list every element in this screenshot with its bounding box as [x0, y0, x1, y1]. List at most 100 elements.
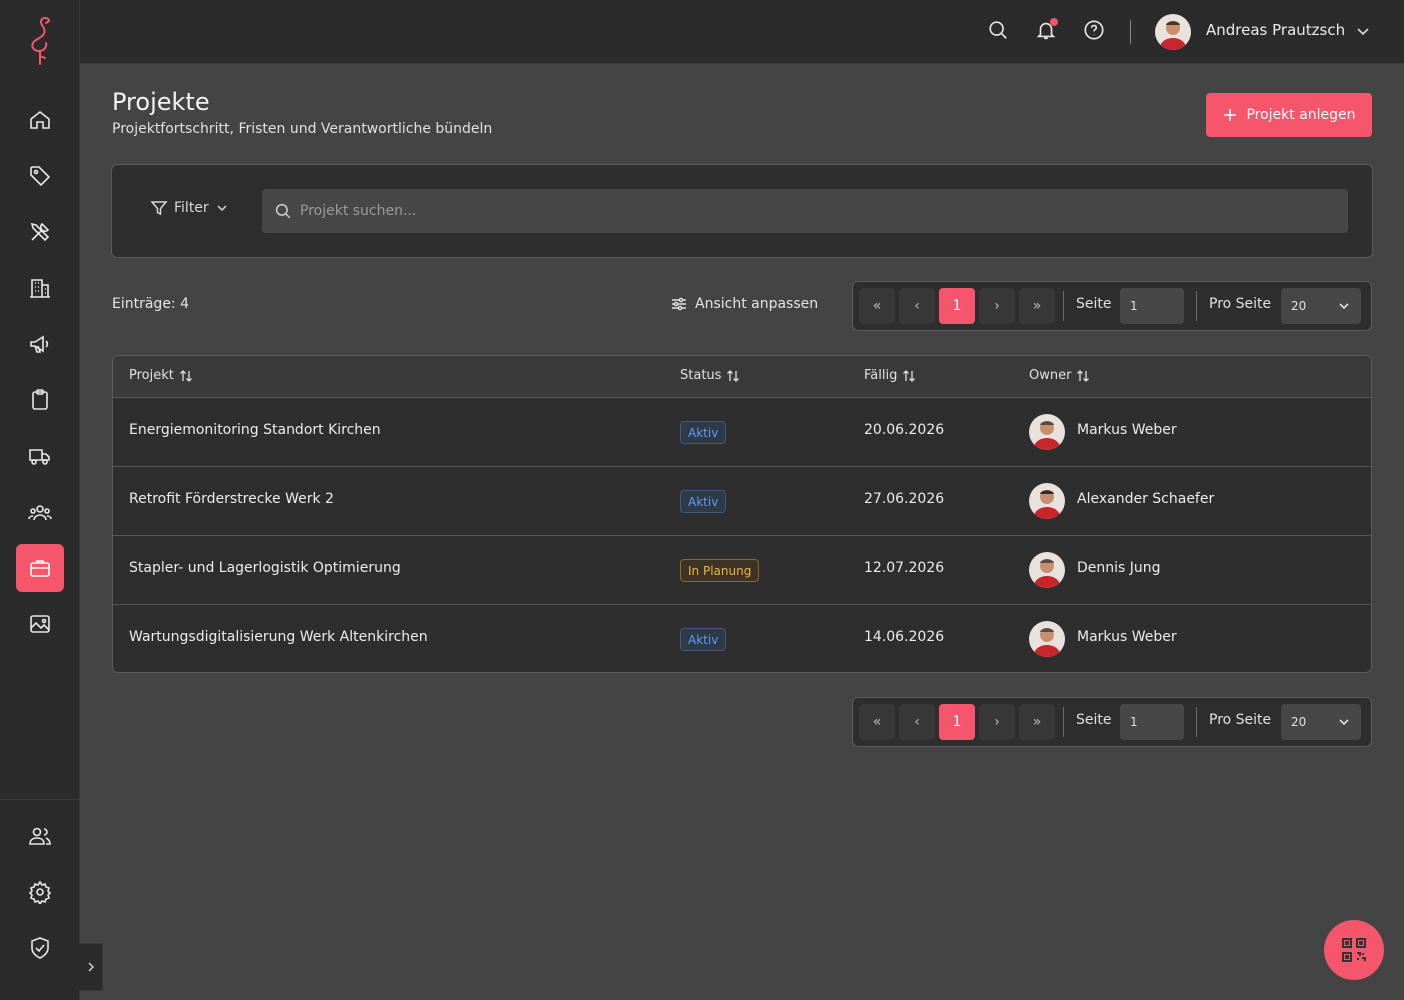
page-1-button[interactable]: 1 — [939, 288, 975, 324]
pagination-bottom: « ‹ 1 › » Seite 1 Pro Seite 20 — [852, 697, 1372, 747]
qr-scan-button[interactable] — [1324, 920, 1384, 980]
last-page-button[interactable]: » — [1019, 704, 1055, 740]
next-page-button[interactable]: › — [979, 288, 1015, 324]
per-page-label: Pro Seite — [1209, 296, 1272, 312]
sort-icon — [1077, 369, 1090, 382]
projects-table: Projekt Status Fällig Owner Energiemonit… — [112, 355, 1372, 673]
qr-code-icon — [1342, 938, 1366, 962]
due-date: 20.06.2026 — [864, 422, 945, 438]
sidebar-divider — [0, 799, 80, 800]
chevron-down-icon[interactable] — [1354, 22, 1372, 40]
prev-page-button[interactable]: ‹ — [899, 704, 935, 740]
nav-gallery[interactable] — [16, 600, 64, 648]
table-row[interactable]: Wartungsdigitalisierung Werk Altenkirche… — [113, 605, 1371, 672]
sidebar — [0, 0, 80, 1000]
page-number-input[interactable]: 1 — [1120, 288, 1184, 324]
nav-projects[interactable] — [16, 544, 64, 592]
nav-home[interactable] — [16, 96, 64, 144]
pager-divider — [1063, 707, 1064, 737]
status-badge: Aktiv — [680, 628, 727, 651]
table-row[interactable]: Retrofit Förderstrecke Werk 2 Aktiv 27.0… — [113, 467, 1371, 536]
page-label: Seite — [1076, 712, 1112, 728]
project-search[interactable] — [262, 189, 1348, 233]
help-button[interactable] — [1082, 18, 1106, 42]
pager-divider — [1063, 291, 1064, 321]
column-header-due[interactable]: Fällig — [864, 368, 916, 383]
owner-avatar — [1029, 552, 1065, 588]
next-page-button[interactable]: › — [979, 704, 1015, 740]
first-page-button[interactable]: « — [859, 288, 895, 324]
per-page-value: 20 — [1291, 715, 1307, 729]
truck-icon — [29, 449, 50, 465]
project-name: Retrofit Förderstrecke Werk 2 — [129, 491, 334, 507]
sort-icon — [903, 369, 916, 382]
sidebar-expand-button[interactable] — [79, 943, 103, 991]
chevron-down-icon — [1339, 719, 1349, 726]
owner-avatar — [1029, 621, 1065, 657]
filter-button[interactable]: Filter — [150, 199, 229, 217]
page-number-input[interactable]: 1 — [1120, 704, 1184, 740]
nav-logistics[interactable] — [16, 432, 64, 480]
prev-page-button[interactable]: ‹ — [899, 288, 935, 324]
sort-icon — [727, 369, 740, 382]
customize-view-button[interactable]: Ansicht anpassen — [671, 296, 818, 312]
building-icon — [30, 279, 50, 298]
users-icon — [29, 827, 51, 845]
gear-icon — [28, 880, 52, 904]
briefcase-icon — [30, 560, 50, 577]
status-badge: In Planung — [680, 559, 760, 582]
due-date: 14.06.2026 — [864, 629, 945, 645]
topbar: Andreas Prautzsch — [80, 0, 1404, 64]
tag-icon — [30, 166, 51, 187]
nav-campaigns[interactable] — [16, 320, 64, 368]
due-date: 27.06.2026 — [864, 491, 945, 507]
nav-tags[interactable] — [16, 152, 64, 200]
owner-name: Dennis Jung — [1077, 560, 1161, 576]
table-row[interactable]: Stapler- und Lagerlogistik Optimierung I… — [113, 536, 1371, 605]
nav-tools[interactable] — [16, 208, 64, 256]
status-badge: Aktiv — [680, 421, 727, 444]
image-icon — [30, 615, 50, 633]
nav-security[interactable] — [16, 924, 64, 972]
user-avatar[interactable] — [1155, 14, 1191, 50]
user-name[interactable]: Andreas Prautzsch — [1206, 21, 1345, 39]
create-project-button[interactable]: Projekt anlegen — [1206, 93, 1372, 137]
column-header-project[interactable]: Projekt — [129, 368, 193, 383]
per-page-label: Pro Seite — [1209, 712, 1272, 728]
project-name: Energiemonitoring Standort Kirchen — [129, 422, 381, 438]
column-header-status[interactable]: Status — [680, 368, 740, 383]
column-header-owner[interactable]: Owner — [1029, 368, 1090, 383]
page-title: Projekte — [112, 88, 210, 116]
filter-icon — [150, 201, 168, 216]
notification-dot — [1050, 18, 1058, 26]
nav-users[interactable] — [16, 812, 64, 860]
pager-divider — [1196, 707, 1197, 737]
status-badge: Aktiv — [680, 490, 727, 513]
nav-tasks[interactable] — [16, 376, 64, 424]
per-page-select[interactable]: 20 — [1281, 704, 1361, 740]
flamingo-logo-icon[interactable] — [22, 12, 58, 68]
nav-buildings[interactable] — [16, 264, 64, 312]
column-header-label: Projekt — [129, 368, 174, 383]
last-page-button[interactable]: » — [1019, 288, 1055, 324]
search-icon — [989, 21, 1007, 39]
project-name: Wartungsdigitalisierung Werk Altenkirche… — [129, 629, 428, 645]
page-label: Seite — [1076, 296, 1112, 312]
project-search-input[interactable] — [300, 203, 1200, 219]
owner-name: Alexander Schaefer — [1077, 491, 1215, 507]
nav-settings[interactable] — [16, 868, 64, 916]
nav-team[interactable] — [16, 488, 64, 536]
customize-view-label: Ansicht anpassen — [695, 296, 819, 312]
filter-card: Filter — [111, 164, 1373, 258]
entries-count: Einträge: 4 — [112, 296, 190, 312]
first-page-button[interactable]: « — [859, 704, 895, 740]
notifications-button[interactable] — [1034, 18, 1058, 42]
per-page-select[interactable]: 20 — [1281, 288, 1361, 324]
table-row[interactable]: Energiemonitoring Standort Kirchen Aktiv… — [113, 398, 1371, 467]
search-button[interactable] — [986, 18, 1010, 42]
page-1-button[interactable]: 1 — [939, 704, 975, 740]
megaphone-icon — [30, 335, 49, 353]
table-header: Projekt Status Fällig Owner — [113, 356, 1371, 398]
search-icon — [275, 203, 291, 219]
home-icon — [30, 110, 50, 129]
